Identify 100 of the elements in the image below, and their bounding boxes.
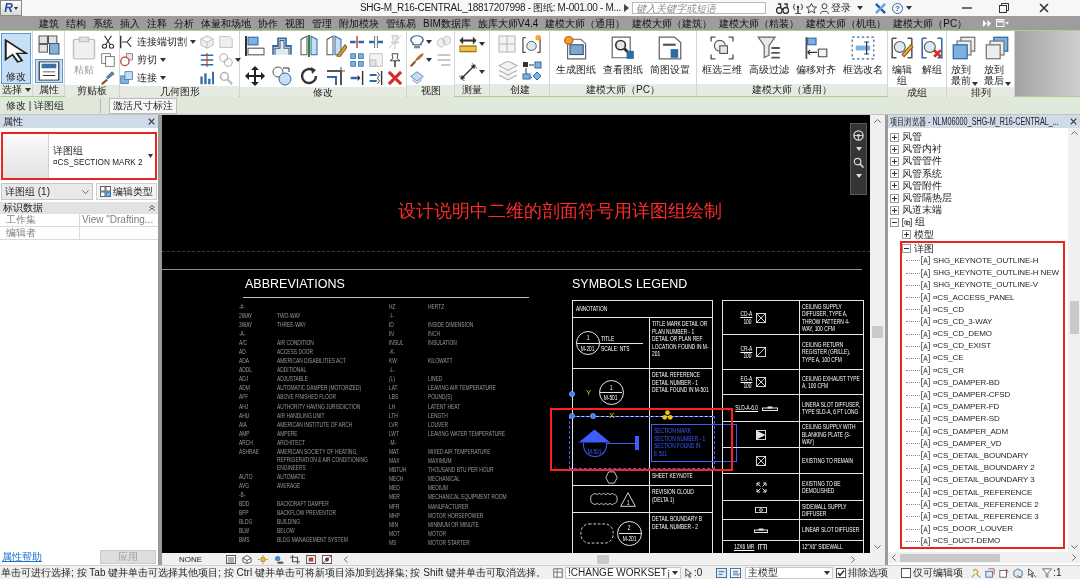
scroll-thumb[interactable] — [1069, 301, 1079, 334]
ribbon-button[interactable]: 编辑组 — [889, 33, 916, 87]
tree-item[interactable]: 风管管件 — [902, 155, 942, 168]
plus-box-icon[interactable] — [890, 156, 899, 166]
tree-item[interactable]: 风管隔热层 — [902, 192, 952, 205]
grip-icon[interactable] — [569, 391, 575, 397]
chevron-down-icon[interactable] — [874, 545, 881, 549]
shadow-icon[interactable] — [274, 554, 285, 564]
ribbon-button[interactable]: 框选三维 — [699, 33, 744, 76]
brush-icon[interactable] — [100, 71, 115, 85]
ribbon-tab[interactable]: 管理 — [311, 16, 333, 30]
ribbon-tab[interactable]: 注释 — [146, 16, 168, 30]
tile-icon[interactable] — [218, 35, 233, 49]
plus-box-icon[interactable] — [890, 181, 899, 191]
scroll-thumb[interactable] — [872, 326, 883, 338]
lines-box-icon[interactable] — [226, 554, 237, 564]
ribbon-tab[interactable]: 管练易 — [385, 16, 417, 30]
ribbon-menu-button[interactable]: 连接端切割 — [118, 34, 197, 50]
caret-icon[interactable] — [855, 174, 862, 178]
caret-icon[interactable] — [234, 58, 241, 62]
plus-box-icon[interactable] — [890, 193, 899, 203]
ribbon-button[interactable]: 生成图纸 — [554, 33, 598, 76]
scissors-icon[interactable] — [100, 35, 115, 49]
tree-item[interactable]: ¤CS_ACCESS_PANEL — [933, 291, 1015, 304]
tree-item[interactable]: ¤CS_DAMPER-CFSD — [933, 389, 1011, 402]
close-icon[interactable] — [1039, 3, 1049, 13]
ribbon-button[interactable]: 简图设置 — [648, 33, 692, 76]
tree-item[interactable]: ¤CS_DUCT-DEMO — [933, 535, 1001, 548]
scroll-thumb[interactable] — [597, 554, 610, 564]
slashed-dot-icon[interactable] — [322, 554, 333, 564]
tree-item[interactable]: ¤CS_DAMPER-FD — [933, 401, 1000, 414]
ribbon-tab[interactable]: 体量和场地 — [200, 16, 252, 30]
grip-icon[interactable] — [590, 413, 596, 419]
stripes-icon[interactable] — [199, 53, 214, 67]
property-group-header[interactable]: 标识数据 — [0, 202, 158, 214]
checkbox[interactable] — [901, 567, 912, 578]
caret-icon[interactable] — [24, 88, 31, 92]
trim-icon[interactable] — [325, 65, 347, 87]
filter-icon[interactable] — [1042, 567, 1053, 578]
chevron-up-icon[interactable] — [1070, 131, 1078, 135]
pointer-icon[interactable] — [685, 567, 693, 578]
sign-in-link[interactable]: 登录 — [831, 2, 851, 14]
caret-icon[interactable] — [426, 40, 432, 44]
ribbon-tab[interactable]: 分析 — [173, 16, 195, 30]
ribbon-tab[interactable]: 系统 — [92, 16, 114, 30]
design-option-dropdown[interactable]: 主模型 — [745, 566, 834, 579]
ribbon-tab[interactable]: 建模大师（建筑） — [631, 16, 714, 30]
ribbon-tab[interactable]: 附加模块 — [338, 16, 380, 30]
star-icon[interactable] — [806, 2, 817, 14]
caret-icon[interactable] — [479, 42, 485, 46]
diamond-layer-icon[interactable] — [410, 71, 424, 85]
minus-box-icon[interactable] — [890, 217, 899, 227]
zoom-icon[interactable] — [853, 157, 864, 168]
array-icon[interactable] — [350, 53, 364, 67]
chevron-down-icon[interactable] — [1070, 545, 1078, 549]
ribbon-button[interactable]: 框选改名 — [840, 33, 885, 76]
app-menu-button[interactable]: R — [0, 0, 22, 16]
ribbon-button[interactable]: 高级过滤 — [746, 33, 791, 76]
mirror-axis-icon[interactable] — [298, 35, 320, 57]
tree-item[interactable]: ¤CS_DETAIL_BOUNDARY 2 — [933, 462, 1035, 475]
ribbon-tab[interactable]: 结构 — [65, 16, 87, 30]
close-icon[interactable] — [148, 118, 155, 125]
list-box-icon[interactable] — [730, 567, 742, 578]
ribbon-tab[interactable]: 建模大师（PC） — [892, 16, 969, 30]
extend-icon[interactable] — [350, 71, 364, 85]
tree-item[interactable]: ¤CS_DAMPER_VD — [933, 437, 1002, 450]
checkbox[interactable] — [836, 567, 847, 578]
split-icon[interactable] — [350, 35, 364, 49]
x-logo-icon[interactable] — [875, 2, 886, 14]
ribbon-tab[interactable]: 建模大师（机电） — [805, 16, 888, 30]
ribbon-button[interactable]: 放到最前 — [949, 33, 979, 87]
caret-icon[interactable] — [426, 58, 432, 62]
align-icon[interactable] — [244, 35, 266, 57]
ribbon-tab[interactable]: 协作 — [257, 16, 279, 30]
tree-item[interactable]: ¤CS_DETAIL_BOUNDARY — [933, 449, 1029, 462]
mirror-pencil-icon[interactable] — [325, 35, 347, 57]
delete-icon[interactable] — [388, 71, 402, 85]
antenna-icon[interactable] — [793, 2, 803, 14]
tree-item[interactable]: SHG_KEYNOTE_OUTLINE-V — [933, 279, 1039, 292]
chevron-right-icon[interactable] — [1072, 554, 1076, 561]
rotate-icon[interactable] — [298, 65, 320, 87]
tree-item[interactable]: 组 — [915, 216, 925, 229]
tree-item[interactable]: ¤CS_CD_EXIST — [933, 340, 991, 353]
ribbon-tab[interactable]: 族库大师V4.4 — [476, 16, 540, 30]
ribbon-button[interactable]: 放到最后 — [982, 33, 1012, 87]
edit-type-button[interactable]: 编辑类型 — [96, 183, 157, 200]
scroll-thumb[interactable] — [900, 553, 1000, 562]
bulb-icon[interactable] — [410, 35, 424, 49]
move-icon[interactable] — [244, 65, 266, 87]
view-scale[interactable]: NONE — [179, 554, 203, 564]
square-corner-icon[interactable] — [985, 567, 996, 578]
help-link[interactable]: 属性帮助 — [2, 550, 42, 563]
plus-box-icon[interactable] — [890, 169, 899, 179]
crop-icon[interactable] — [290, 554, 301, 564]
bracket-dot-icon[interactable] — [521, 35, 542, 55]
tree-item[interactable]: ¤CS_DETAIL_BOUNDARY 3 — [933, 474, 1035, 487]
tree-item[interactable]: 详图 — [914, 242, 934, 255]
grid-icon[interactable] — [553, 567, 563, 578]
bars-icon[interactable] — [199, 71, 214, 85]
plus-box-icon[interactable] — [902, 230, 911, 240]
